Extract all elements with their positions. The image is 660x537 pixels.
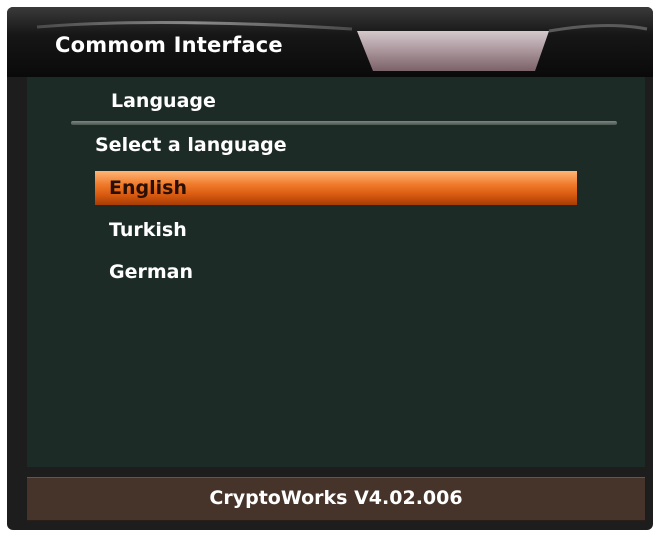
- osd-screen: Commom Interface Language Select a langu…: [7, 7, 653, 530]
- language-options-list: English Turkish German: [95, 171, 577, 297]
- language-option-german[interactable]: German: [95, 255, 577, 289]
- version-label: CryptoWorks V4.02.006: [209, 487, 463, 509]
- language-option-turkish[interactable]: Turkish: [95, 213, 577, 247]
- header-title: Commom Interface: [55, 33, 283, 57]
- language-menu-panel: Language Select a language English Turki…: [27, 77, 645, 467]
- title-separator: [71, 121, 617, 125]
- menu-prompt: Select a language: [95, 134, 287, 156]
- menu-title: Language: [111, 90, 216, 112]
- header-bar: Commom Interface: [7, 7, 653, 77]
- footer-bar: CryptoWorks V4.02.006: [27, 477, 645, 521]
- language-option-english[interactable]: English: [95, 171, 577, 205]
